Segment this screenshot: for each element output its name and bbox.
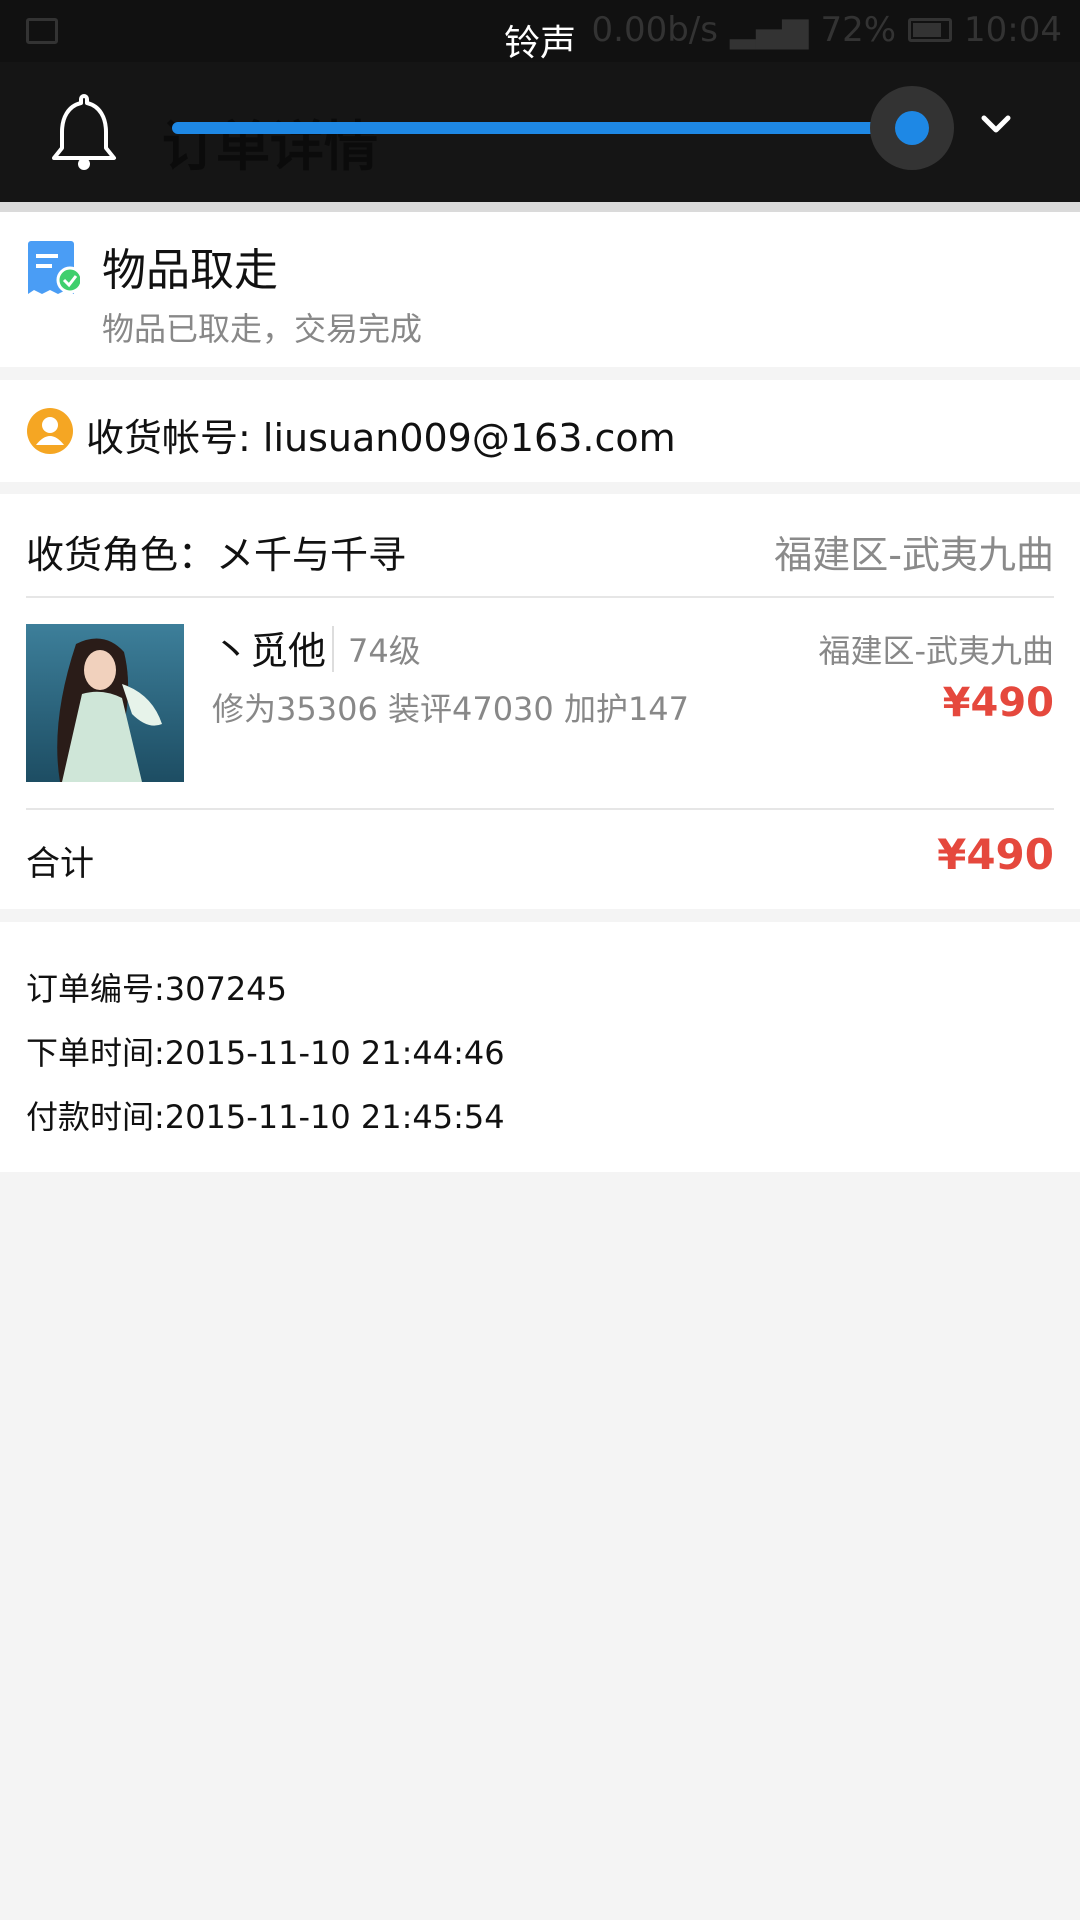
receipt-check-icon: [28, 241, 80, 294]
order-item-card: 收货角色：メ千与千寻 福建区-武夷九曲 丶觅他 74级 修为35306 装评47…: [0, 494, 1080, 909]
status-right-group: 0.00b/s ▂▄▆ 72% 10:04: [592, 10, 1062, 50]
receiving-account-card: 收货帐号: liusuan009@163.com: [0, 380, 1080, 482]
battery-icon: [908, 18, 953, 42]
status-time: 10:04: [964, 10, 1062, 50]
item-name: 丶觅他: [212, 629, 327, 673]
divider: [26, 808, 1054, 810]
chevron-down-icon[interactable]: [978, 112, 1014, 136]
item-level: 74级: [332, 626, 421, 672]
order-number: 订单编号:307245: [26, 970, 287, 1008]
receiving-role: 收货角色：メ千与千寻: [26, 533, 407, 577]
item-stats: 修为35306 装评47030 加护147: [212, 690, 690, 728]
order-status-title: 物品取走: [102, 245, 278, 296]
page-title: 订单详情: [162, 115, 378, 178]
header-divider: [0, 202, 1080, 212]
bell-icon: [52, 94, 116, 170]
receiving-account: 收货帐号: liusuan009@163.com: [86, 416, 676, 460]
battery-percent: 72%: [820, 10, 897, 50]
payment-time: 付款时间:2015-11-10 21:45:54: [26, 1098, 505, 1136]
character-portrait-image: [26, 624, 184, 782]
order-info-card: 订单编号:307245 下单时间:2015-11-10 21:44:46 付款时…: [0, 922, 1080, 1172]
item-server: 福建区-武夷九曲: [818, 632, 1054, 670]
order-time: 下单时间:2015-11-10 21:44:46: [26, 1034, 505, 1072]
network-speed: 0.00b/s: [591, 10, 718, 50]
role-server: 福建区-武夷九曲: [774, 533, 1054, 577]
volume-slider-thumb[interactable]: [895, 111, 929, 145]
signal-icon: ▂▄▆: [729, 10, 809, 50]
total-price: ¥490: [937, 830, 1054, 879]
item-thumbnail[interactable]: [26, 624, 184, 782]
divider: [26, 596, 1054, 598]
total-label: 合计: [26, 844, 94, 884]
user-avatar-icon: [27, 408, 73, 454]
volume-panel: 订单详情: [0, 62, 1080, 202]
status-bar: 铃声 0.00b/s ▂▄▆ 72% 10:04: [0, 0, 1080, 64]
order-status-card: 物品取走 物品已取走，交易完成: [0, 212, 1080, 367]
item-price: ¥490: [942, 680, 1054, 726]
volume-slider-track[interactable]: [172, 122, 910, 134]
order-status-subtitle: 物品已取走，交易完成: [102, 310, 423, 348]
